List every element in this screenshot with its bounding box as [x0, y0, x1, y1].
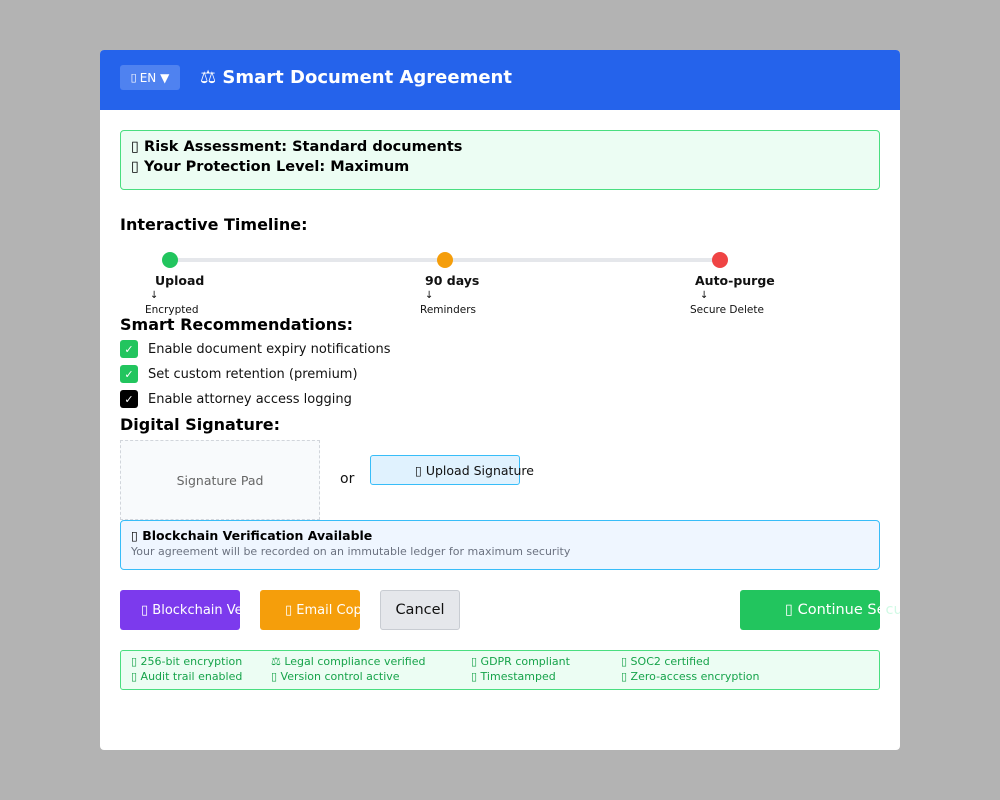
risk-assessment-panel: ▯ Risk Assessment: Standard documents ▯ … — [120, 130, 880, 190]
blockchain-description: Your agreement will be recorded on an im… — [131, 545, 571, 558]
continue-label: ▯ Continue Se — [785, 602, 886, 618]
blockchain-title: ▯ Blockchain Verification Available — [131, 528, 373, 543]
globe-icon: ▯ — [130, 71, 137, 84]
cancel-button[interactable]: Cancel — [380, 590, 460, 630]
recommendation-label: Enable attorney access logging — [148, 391, 352, 407]
modal-title: ⚖ Smart Document Agreement — [200, 67, 512, 88]
email-copy-button[interactable]: ▯ Email Copy — [260, 590, 360, 630]
checkbox-checked-icon[interactable]: ✓ — [120, 340, 138, 358]
recommendation-label: Set custom retention (premium) — [148, 366, 358, 382]
blockchain-verification-panel: ▯ Blockchain Verification Available Your… — [120, 520, 880, 570]
checkbox-checked-icon[interactable]: ✓ — [120, 390, 138, 408]
continue-label-overflow: cure — [885, 602, 900, 618]
timeline-dot-auto-purge[interactable] — [712, 252, 728, 268]
trust-badge: ⚖ Legal compliance verified — [271, 655, 426, 668]
continue-button[interactable]: ▯ Continue Secure — [740, 590, 900, 630]
timeline-dot-90-days[interactable] — [437, 252, 453, 268]
timeline-label-upload: Upload — [155, 273, 205, 288]
trust-badge: ▯ GDPR compliant — [471, 655, 570, 668]
arrow-down-icon: ↓ — [425, 290, 434, 301]
timeline-label-90-days: 90 days — [425, 273, 480, 288]
trust-badge: ▯ Audit trail enabled — [131, 670, 243, 683]
recommendation-label: Enable document expiry notifications — [148, 341, 391, 357]
arrow-down-icon: ↓ — [150, 290, 159, 301]
signature-pad[interactable]: Signature Pad — [120, 440, 320, 520]
trust-badge: ▯ Timestamped — [471, 670, 556, 683]
recommendation-attorney-logging[interactable]: ✓ Enable attorney access logging — [120, 390, 352, 408]
agreement-modal: ▯ EN ▼ ⚖ Smart Document Agreement ▯ Risk… — [100, 50, 900, 750]
modal-header: ▯ EN ▼ ⚖ Smart Document Agreement — [100, 50, 900, 110]
recommendation-expiry-notifications[interactable]: ✓ Enable document expiry notifications — [120, 340, 391, 358]
arrow-down-icon: ↓ — [700, 290, 709, 301]
signature-pad-label: Signature Pad — [176, 472, 264, 488]
upload-signature-button[interactable]: ▯ Upload Signature — [370, 455, 534, 485]
timeline-label-auto-purge: Auto-purge — [695, 273, 775, 288]
or-separator: or — [340, 471, 355, 487]
trust-badges-panel: ▯ 256-bit encryption ⚖ Legal compliance … — [120, 650, 880, 690]
protection-level-text: ▯ Your Protection Level: Maximum — [131, 159, 410, 175]
trust-badge: ▯ 256-bit encryption — [131, 655, 243, 668]
recommendation-custom-retention[interactable]: ✓ Set custom retention (premium) — [120, 365, 358, 383]
timeline-sub-90-days: Reminders — [420, 304, 476, 316]
trust-badge: ▯ Zero-access encryption — [621, 670, 760, 683]
timeline-title: Interactive Timeline: — [120, 215, 308, 234]
language-label: EN ▼ — [139, 70, 170, 85]
trust-badge: ▯ SOC2 certified — [621, 655, 710, 668]
timeline-sub-auto-purge: Secure Delete — [690, 304, 764, 316]
risk-assessment-text: ▯ Risk Assessment: Standard documents — [131, 139, 463, 155]
trust-badge: ▯ Version control active — [271, 670, 400, 683]
timeline-dot-upload[interactable] — [162, 252, 178, 268]
blockchain-verify-button[interactable]: ▯ Blockchain Ver — [120, 590, 240, 630]
signature-title: Digital Signature: — [120, 415, 281, 434]
language-selector[interactable]: ▯ EN ▼ — [120, 65, 180, 90]
checkbox-checked-icon[interactable]: ✓ — [120, 365, 138, 383]
recommendations-title: Smart Recommendations: — [120, 315, 354, 334]
